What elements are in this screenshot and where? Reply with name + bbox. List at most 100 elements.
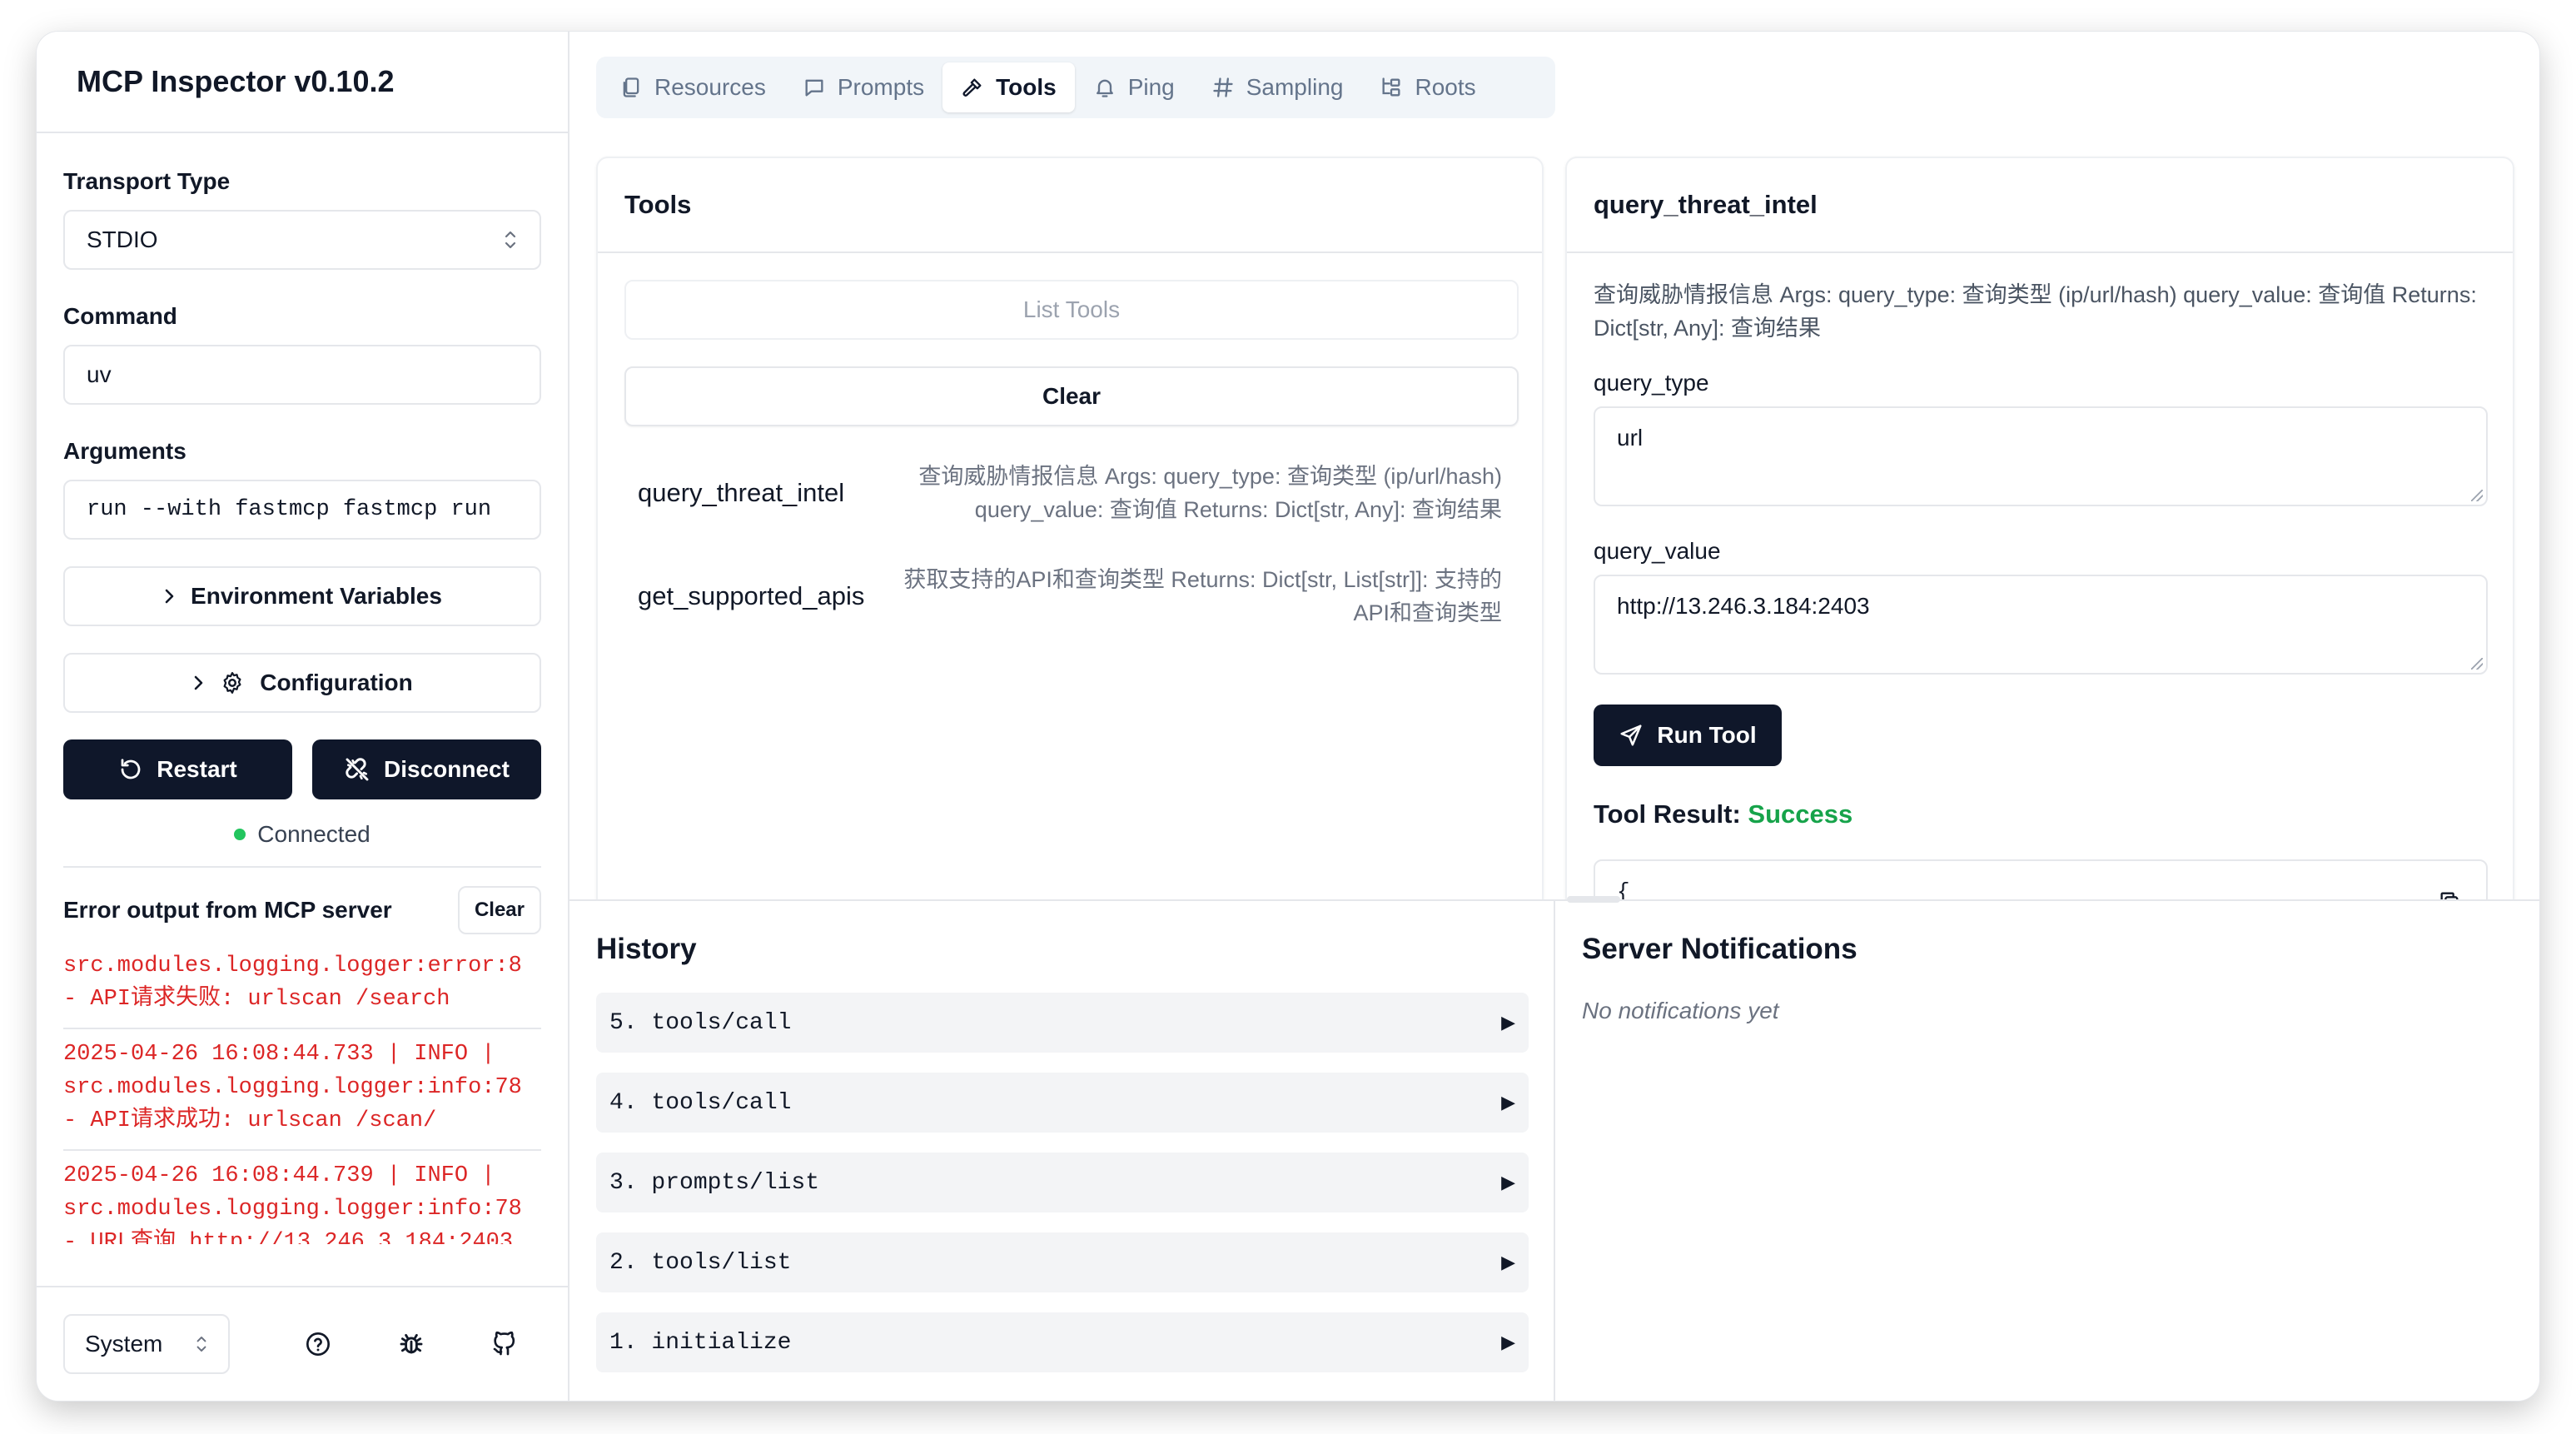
theme-select[interactable]: System [63,1314,230,1374]
help-circle-icon[interactable] [301,1327,335,1361]
expand-triangle-icon: ▶ [1501,1092,1515,1113]
tools-panel-body: List Tools Clear query_threat_intel 查询威胁… [598,253,1542,656]
configuration-label: Configuration [260,670,413,695]
query-value-value: http://13.246.3.184:2403 [1617,593,1870,619]
environment-variables-label: Environment Variables [191,583,442,609]
tab-label: Tools [996,74,1057,100]
resize-grip-icon[interactable] [2471,658,2483,670]
disconnect-button[interactable]: Disconnect [312,739,541,799]
history-panel: History 5. tools/call ▶ 4. tools/call ▶ … [569,901,1555,1401]
clear-tools-button[interactable]: Clear [624,366,1519,426]
notifications-empty-text: No notifications yet [1582,998,1779,1023]
command-label: Command [63,303,177,329]
tool-item-query-threat-intel[interactable]: query_threat_intel 查询威胁情报信息 Args: query_… [624,460,1515,526]
server-notifications-title: Server Notifications [1582,933,1857,965]
hash-icon [1211,76,1235,99]
error-log[interactable]: src.modules.logging.logger:error:8 - API… [63,944,541,1244]
tab-resources[interactable]: Resources [601,62,784,112]
command-value: uv [87,361,112,387]
hammer-icon [961,76,984,99]
environment-variables-button[interactable]: Environment Variables [63,566,541,626]
history-item-label: 5. tools/call [609,1009,792,1036]
error-output-header: Error output from MCP server Clear [63,886,541,934]
tab-prompts[interactable]: Prompts [784,62,942,112]
log-entry: 2025-04-26 16:08:44.733 | INFO | src.mod… [63,1029,541,1151]
tools-panel-title: Tools [624,190,692,219]
query-type-value: url [1617,425,1644,451]
tab-label: Sampling [1246,74,1344,100]
github-icon[interactable] [488,1327,521,1361]
rotate-ccw-icon [118,757,143,782]
tool-detail-title: query_threat_intel [1594,190,1818,219]
history-item[interactable]: 5. tools/call ▶ [596,993,1529,1053]
connection-actions: Restart Disconnect [63,739,541,799]
tool-name: query_threat_intel [638,478,845,507]
tool-result-status: Success [1748,799,1853,829]
log-entry: src.modules.logging.logger:error:8 - API… [63,944,541,1029]
clear-errors-button[interactable]: Clear [457,886,541,934]
sidebar: MCP Inspector v0.10.2 Transport Type STD… [37,32,569,1401]
query-value-label: query_value [1594,538,1721,564]
list-tools-button[interactable]: List Tools [624,280,1519,340]
app-title: MCP Inspector v0.10.2 [77,64,395,98]
expand-triangle-icon: ▶ [1501,1332,1515,1353]
query-value-input[interactable]: http://13.246.3.184:2403 [1594,575,2488,675]
unplug-icon [344,756,370,783]
run-tool-button[interactable]: Run Tool [1594,705,1782,766]
bug-icon[interactable] [395,1327,428,1361]
tool-result-label: Tool Result: [1594,799,1741,829]
server-notifications-panel: Server Notifications No notifications ye… [1555,901,2539,1401]
theme-value: System [85,1331,163,1357]
tab-roots[interactable]: Roots [1361,62,1494,112]
connection-status: Connected [63,821,541,848]
command-input[interactable]: uv [63,345,541,405]
tab-sampling[interactable]: Sampling [1193,62,1362,112]
query-type-input[interactable]: url [1594,406,2488,506]
tool-detail-body: 查询威胁情报信息 Args: query_type: 查询类型 (ip/url/… [1567,253,2513,938]
divider [63,866,541,868]
tab-label: Ping [1127,74,1175,100]
history-item-label: 1. initialize [609,1329,792,1356]
transport-type-value: STDIO [87,227,158,252]
expand-triangle-icon: ▶ [1501,1252,1515,1273]
bottom-panels: History 5. tools/call ▶ 4. tools/call ▶ … [569,896,2539,1401]
sidebar-footer: System [37,1286,568,1401]
tool-description: 查询威胁情报信息 Args: query_type: 查询类型 (ip/url/… [918,464,1502,522]
chevrons-up-down-icon [503,229,518,251]
restart-label: Restart [157,756,237,782]
bell-icon [1093,76,1116,99]
history-item[interactable]: 2. tools/list ▶ [596,1232,1529,1292]
configuration-button[interactable]: Configuration [63,653,541,713]
tool-detail-panel: query_threat_intel 查询威胁情报信息 Args: query_… [1565,157,2514,939]
restart-button[interactable]: Restart [63,739,292,799]
message-square-icon [803,76,826,99]
tool-detail-header: query_threat_intel [1567,158,2513,253]
tool-description: 获取支持的API和查询类型 Returns: Dict[str, List[st… [903,567,1502,625]
tab-label: Prompts [837,74,925,100]
tab-tools[interactable]: Tools [942,62,1075,112]
run-tool-label: Run Tool [1657,722,1757,748]
sidebar-header: MCP Inspector v0.10.2 [37,32,568,133]
status-dot [234,829,246,840]
inspector-window: MCP Inspector v0.10.2 Transport Type STD… [37,32,2539,1401]
history-item[interactable]: 1. initialize ▶ [596,1312,1529,1372]
query-type-label: query_type [1594,370,1709,396]
history-item-label: 4. tools/call [609,1089,792,1116]
disconnect-label: Disconnect [384,756,510,782]
send-icon [1619,723,1644,748]
chevron-right-icon [162,586,176,606]
transport-type-select[interactable]: STDIO [63,210,541,270]
arguments-input[interactable]: run --with fastmcp fastmcp run [63,480,541,540]
history-item[interactable]: 4. tools/call ▶ [596,1073,1529,1133]
gear-icon [220,670,245,695]
connection-form: Transport Type STDIO Command uv Argument… [37,168,568,1244]
resize-grip-icon[interactable] [2471,490,2483,501]
tool-name: get_supported_apis [638,581,865,610]
tool-item-get-supported-apis[interactable]: get_supported_apis 获取支持的API和查询类型 Returns… [624,563,1515,630]
status-text: Connected [257,821,370,847]
tab-ping[interactable]: Ping [1075,62,1193,112]
log-entry: 2025-04-26 16:08:44.739 | INFO | src.mod… [63,1151,541,1244]
error-output-title: Error output from MCP server [63,897,392,923]
history-item[interactable]: 3. prompts/list ▶ [596,1153,1529,1212]
history-item-label: 2. tools/list [609,1249,792,1276]
